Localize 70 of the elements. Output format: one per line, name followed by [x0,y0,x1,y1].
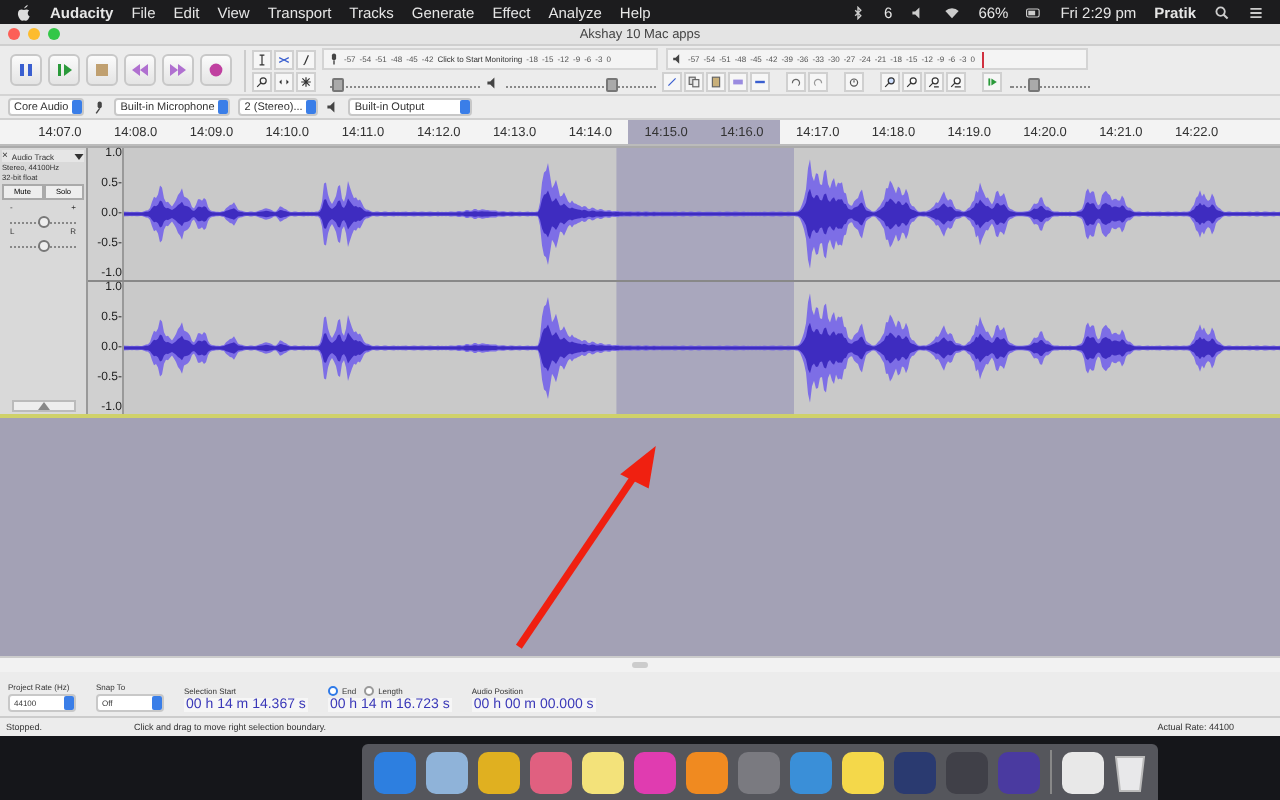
sync-lock-button[interactable] [844,72,864,92]
zoom-tool[interactable] [252,71,272,91]
wifi-icon[interactable] [944,5,961,19]
app-icon[interactable] [686,751,728,793]
fit-project-icon [950,76,962,88]
fit-selection-button[interactable] [924,72,944,92]
collapse-icon[interactable] [11,400,75,412]
multi-tool[interactable] [296,71,316,91]
selection-highlight[interactable] [616,282,794,414]
paste-icon [710,76,722,88]
selection-tool[interactable] [252,49,272,69]
time-shift-tool[interactable] [274,71,294,91]
skip-to-end-icon [168,60,188,80]
time-shift-icon [278,75,290,87]
silence-button[interactable] [750,72,770,92]
app-icon[interactable] [426,751,468,793]
play-icon [54,60,74,80]
zoom-out-icon [906,76,918,88]
playback-volume-slider[interactable] [506,76,656,88]
trim-audio-button[interactable] [728,72,748,92]
fit-project-button[interactable] [946,72,966,92]
pan-slider[interactable] [10,236,76,248]
apple-icon[interactable] [16,3,32,21]
zoom-out-button[interactable] [902,72,922,92]
gain-slider[interactable] [10,212,76,224]
app-icon[interactable] [842,751,884,793]
selection-highlight[interactable] [616,148,794,280]
trash-icon[interactable] [1114,751,1146,793]
speaker-icon [486,75,500,89]
redo-icon [812,76,824,88]
undo-icon [790,76,802,88]
battery-icon[interactable] [1026,5,1043,19]
app-icon[interactable] [478,751,520,793]
envelope-tool[interactable] [274,49,294,69]
stop-icon [92,60,112,80]
pause-icon [16,60,36,80]
play-at-speed-button[interactable] [982,72,1002,92]
zoom-in-icon [884,76,896,88]
scrollbar-grip[interactable] [632,662,648,668]
undo-button[interactable] [786,72,806,92]
pause-button[interactable] [10,54,42,86]
microphone-icon [92,100,107,114]
record-button[interactable] [200,54,232,86]
zoom-in-button[interactable] [880,72,900,92]
copy-button[interactable] [684,72,704,92]
play-speed-slider[interactable] [1010,76,1090,88]
zoom-icon [256,75,268,87]
close-button[interactable] [8,28,20,40]
record-icon [206,60,226,80]
play-at-speed-icon [986,76,998,88]
redo-button[interactable] [808,72,828,92]
pencil-icon [300,53,312,65]
search-icon[interactable] [1214,5,1230,19]
recording-volume-slider[interactable] [330,76,480,88]
fit-selection-icon [928,76,940,88]
app-icon[interactable] [582,751,624,793]
bluetooth-icon[interactable] [850,5,867,19]
skip-to-start-button[interactable] [124,54,156,86]
dropdown-icon[interactable] [74,153,84,159]
multi-icon [300,75,312,87]
list-icon[interactable] [1248,5,1264,19]
skip-to-start-icon [130,60,150,80]
paste-button[interactable] [706,72,726,92]
skip-to-end-button[interactable] [162,54,194,86]
pencil-tool[interactable] [296,49,316,69]
play-button[interactable] [48,54,80,86]
copy-icon [688,76,700,88]
envelope-icon [278,53,290,65]
stop-button[interactable] [86,54,118,86]
app-icon[interactable] [1062,751,1104,793]
